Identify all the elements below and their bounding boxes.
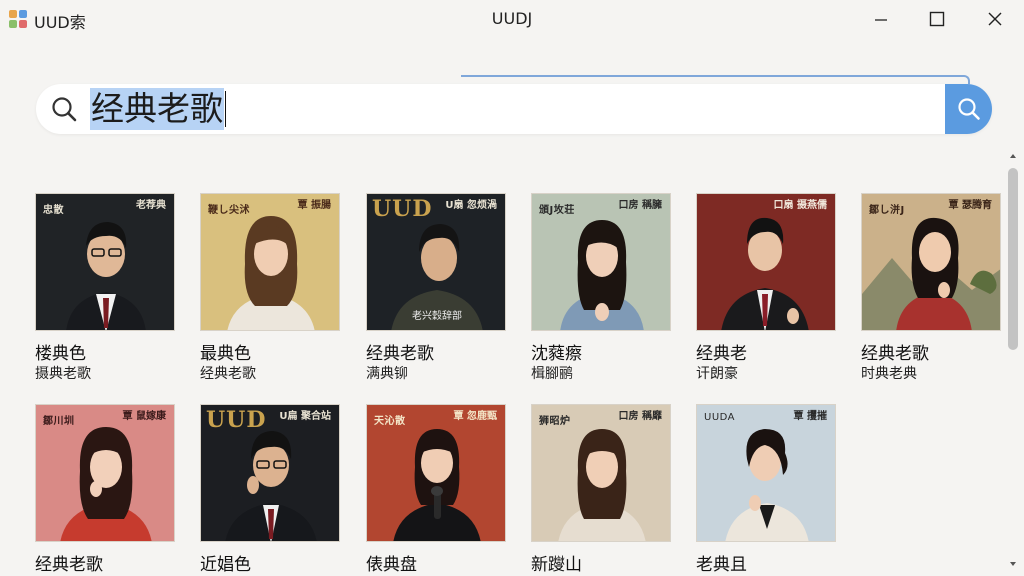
album-card[interactable]: UUDA 覃 攫摧 老典且	[696, 404, 836, 576]
album-cover-right-text: U扁 聚合站	[279, 411, 331, 422]
album-title: 沈蕤瘵	[531, 344, 582, 364]
album-cover-left-text: 鄒し洴J	[869, 205, 905, 216]
app-title: UUD索	[34, 13, 86, 32]
text-caret	[225, 91, 226, 127]
album-cover: 鄒川圳 覃 鼠嫁康	[35, 404, 175, 542]
close-button[interactable]	[966, 0, 1024, 38]
album-cover-right-text: 口房 稱靡	[618, 411, 662, 422]
album-card[interactable]: UUD U扁 聚合站 近娼色	[200, 404, 340, 576]
album-cover-right-text: 覃 振腸	[297, 200, 331, 211]
album-cover: 口扇 摄燕儒	[696, 193, 836, 331]
scroll-down-arrow-icon[interactable]	[1008, 558, 1018, 570]
album-cover-right-text: 口扇 摄燕儒	[773, 200, 827, 211]
album-cover-bottom-text: 老兴穀辞部	[412, 311, 462, 322]
album-card[interactable]: 狮昭炉 口房 稱靡 新躞山	[531, 404, 671, 576]
album-cover: UUDA 覃 攫摧	[696, 404, 836, 542]
album-subtitle: 时典老典	[861, 366, 917, 382]
album-subtitle: 满典铆	[366, 366, 408, 382]
maximize-icon	[929, 11, 945, 27]
album-cover-right-text: 覃 瑟腾育	[948, 200, 992, 211]
album-subtitle: 摄典老歌	[35, 366, 91, 382]
album-card[interactable]: 鄒川圳 覃 鼠嫁康 经典老歌	[35, 404, 175, 576]
search-input[interactable]: 经典老歌	[90, 88, 940, 130]
album-title: 经典老	[696, 344, 747, 364]
album-subtitle: 楫腳鹂	[531, 366, 573, 382]
album-card[interactable]: UUD U扇 忽烦渦 老兴穀辞部 经典老歌 满典铆	[366, 193, 506, 393]
album-cover-left-text: UUDA	[704, 412, 736, 423]
album-cover-portrait	[721, 217, 809, 330]
close-icon	[988, 12, 1002, 26]
album-cover-portrait	[725, 429, 809, 541]
album-title: 最典色	[200, 344, 251, 364]
album-cover: 天沁散 覃 忽鹿甄	[366, 404, 506, 542]
app-logo-icon	[9, 10, 27, 28]
album-cover: 鞭し尖沭 覃 振腸	[200, 193, 340, 331]
album-cover-right-text: 覃 忽鹿甄	[453, 411, 497, 422]
album-title: 新躞山	[531, 555, 582, 575]
maximize-button[interactable]	[908, 0, 966, 38]
album-subtitle: 讦朗豪	[696, 366, 738, 382]
album-cover-right-text: 覃 攫摧	[793, 411, 827, 422]
album-card[interactable]: 天沁散 覃 忽鹿甄 俵典盘	[366, 404, 506, 576]
album-title: 老典且	[696, 555, 747, 575]
album-cover: 鄒し洴J 覃 瑟腾育	[861, 193, 1001, 331]
scroll-up-arrow-icon[interactable]	[1008, 150, 1018, 162]
album-cover-left-text: 狮昭炉	[539, 416, 571, 427]
album-cover-left-text: 頒J坆荘	[539, 205, 575, 216]
album-cover: 頒J坆荘 口房 稱臃	[531, 193, 671, 331]
album-grid: 忠散 老荐典 楼典色 摄典老歌 鞭し尖沭 覃 振腸 最典色 经典老歌 UUD U…	[0, 150, 1004, 576]
album-cover-right-text: 口房 稱臃	[618, 200, 662, 211]
vertical-scrollbar[interactable]	[1006, 150, 1020, 576]
album-card[interactable]: 忠散 老荐典 楼典色 摄典老歌	[35, 193, 175, 393]
album-title: 俵典盘	[366, 555, 417, 575]
search-button[interactable]	[945, 84, 992, 134]
album-cover-right-text: 老荐典	[136, 200, 166, 211]
album-title: 近娼色	[200, 555, 251, 575]
title-bar: UUD索 UUDJ	[0, 0, 1024, 38]
album-cover: UUD U扁 聚合站	[200, 404, 340, 542]
album-card[interactable]: 鄒し洴J 覃 瑟腾育 经典老歌 时典老典	[861, 193, 1001, 393]
album-cover-left-text: 鄒川圳	[43, 416, 75, 427]
search-icon	[52, 97, 77, 122]
album-subtitle: 经典老歌	[200, 366, 256, 382]
album-cover-brand: UUD	[206, 407, 267, 433]
scrollbar-thumb[interactable]	[1008, 168, 1018, 350]
album-card[interactable]: 頒J坆荘 口房 稱臃 沈蕤瘵 楫腳鹂	[531, 193, 671, 393]
album-title: 经典老歌	[861, 344, 929, 364]
album-title: 经典老歌	[35, 555, 103, 575]
album-cover-right-text: 覃 鼠嫁康	[122, 411, 166, 422]
album-card[interactable]: 口扇 摄燕儒 经典老 讦朗豪	[696, 193, 836, 393]
album-card[interactable]: 鞭し尖沭 覃 振腸 最典色 经典老歌	[200, 193, 340, 393]
album-title: 经典老歌	[366, 344, 434, 364]
album-cover-left-text: 天沁散	[374, 416, 406, 427]
album-cover: UUD U扇 忽烦渦 老兴穀辞部	[366, 193, 506, 331]
album-cover: 忠散 老荐典	[35, 193, 175, 331]
album-cover: 狮昭炉 口房 稱靡	[531, 404, 671, 542]
album-title: 楼典色	[35, 344, 86, 364]
search-icon	[957, 98, 980, 120]
album-cover-right-text: U扇 忽烦渦	[445, 200, 497, 211]
search-bar: 经典老歌	[36, 84, 992, 134]
album-cover-left-text: 忠散	[43, 205, 64, 216]
album-cover-brand: UUD	[372, 196, 433, 222]
album-cover-left-text: 鞭し尖沭	[208, 205, 250, 216]
search-query-text: 经典老歌	[90, 88, 224, 130]
minimize-button[interactable]	[852, 0, 910, 38]
minimize-icon	[875, 19, 887, 21]
